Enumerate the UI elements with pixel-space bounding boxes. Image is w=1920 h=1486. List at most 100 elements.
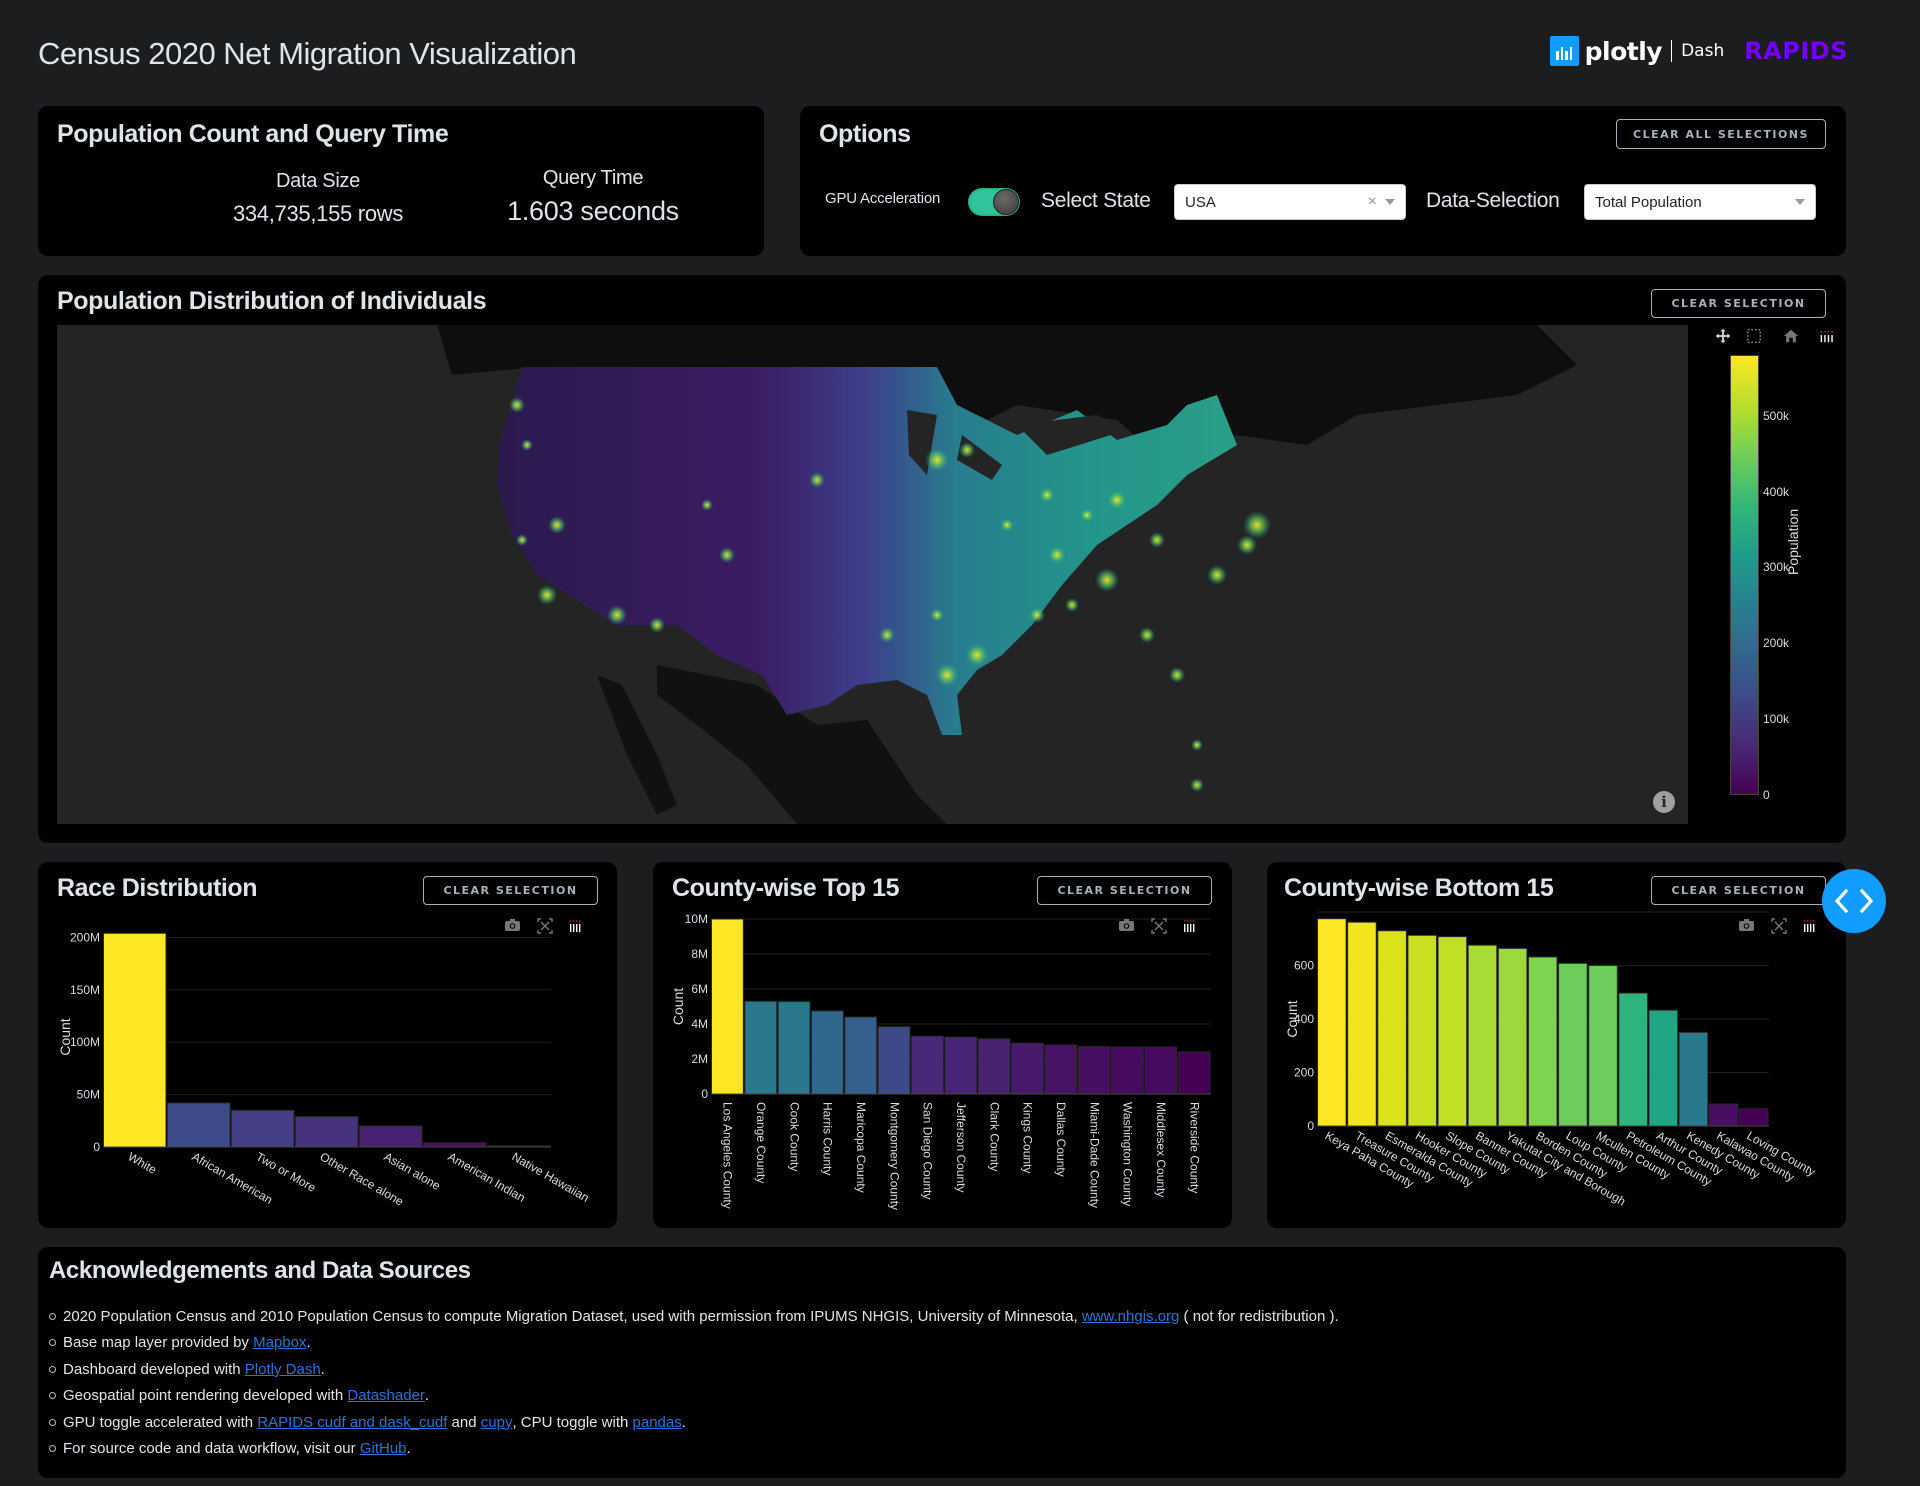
bar[interactable] [844,1016,878,1095]
camera-icon[interactable] [505,919,520,931]
plotly-dash-logo: plotly Dash [1549,36,1724,66]
acknowledgement-text: . [406,1440,411,1458]
bar[interactable] [1558,962,1588,1127]
acknowledgement-text: Geospatial point rendering developed wit… [63,1387,348,1405]
bar[interactable] [103,932,167,1148]
clear-state-icon[interactable]: × [1368,193,1377,211]
population-hotspot [1149,532,1165,548]
bar[interactable] [1407,934,1438,1127]
options-panel: Options CLEAR ALL SELECTIONS GPU Acceler… [800,106,1846,256]
autoscale-icon[interactable] [537,918,553,934]
bar[interactable] [1077,1046,1111,1095]
acknowledgement-text: . [320,1360,325,1378]
plotly-logo-icon[interactable] [1803,920,1815,932]
bar[interactable] [811,1010,844,1095]
camera-icon[interactable] [1739,919,1754,931]
x-tick-label: Montgomery County [887,1102,901,1210]
bar[interactable] [1011,1042,1044,1095]
x-tick-label: Jefferson County [954,1102,968,1193]
bar[interactable] [1467,944,1498,1127]
acknowledgement-link[interactable]: pandas [633,1414,682,1431]
plotly-logo-icon[interactable] [569,920,581,932]
bar[interactable] [1177,1051,1211,1095]
bar[interactable] [1588,965,1618,1127]
acknowledgement-item: Base map layer provided by Mapbox. [49,1330,1339,1357]
y-tick-label: 600 [1294,959,1314,973]
autoscale-icon[interactable] [1151,918,1167,934]
population-hotspot [959,442,975,458]
x-tick-label: Maricopa County [854,1102,868,1193]
bar[interactable] [1144,1046,1178,1095]
bar[interactable] [1738,1108,1769,1127]
bar[interactable] [1708,1103,1739,1127]
bar[interactable] [1497,947,1528,1127]
acknowledgement-link[interactable]: Plotly Dash [245,1361,321,1378]
x-tick-label: Middlesex County [1154,1102,1168,1197]
bar[interactable] [359,1125,423,1148]
gpu-acceleration-label: GPU Acceleration [825,190,941,207]
bar[interactable] [711,918,744,1095]
rapids-logo: RAPIDS [1744,37,1848,65]
colorbar-tick-label: 200k [1763,636,1790,651]
code-toggle-button[interactable] [1822,869,1886,933]
acknowledgement-link[interactable]: cupy [481,1414,513,1431]
x-tick-label: White [126,1149,160,1177]
bar[interactable] [1111,1046,1144,1095]
camera-icon[interactable] [1119,919,1134,931]
clear-map-selection-button[interactable]: CLEAR SELECTION [1651,289,1826,318]
bar[interactable] [1678,1031,1709,1127]
box-select-icon[interactable] [1745,328,1763,344]
chart-modebar [505,918,581,934]
population-hotspot [965,643,989,667]
bar[interactable] [423,1142,487,1148]
bar[interactable] [1527,956,1558,1127]
bar[interactable] [231,1109,295,1148]
info-icon[interactable]: i [1653,791,1675,813]
home-icon[interactable] [1782,328,1800,344]
bar[interactable] [1347,921,1377,1127]
stats-panel: Population Count and Query Time Data Siz… [38,106,764,256]
acknowledgement-text: 2020 Population Census and 2010 Populati… [63,1307,1082,1325]
county-top15-chart[interactable]: 0 2M 4M 6M 8M 10M Count Los Angeles County Orang… [653,862,1232,1228]
gpu-acceleration-toggle[interactable] [968,188,1020,216]
population-hotspot [649,617,665,633]
acknowledgement-link[interactable]: Mapbox [253,1334,306,1351]
acknowledgement-link[interactable]: RAPIDS cudf and dask_cudf [257,1414,447,1431]
pan-icon[interactable] [1714,328,1732,344]
acknowledgement-link[interactable]: GitHub [360,1440,407,1457]
county-bottom15-chart[interactable]: 0200400600CountKeya Paha CountyTreasure … [1267,862,1846,1228]
data-selection-dropdown[interactable]: Total Population [1584,184,1816,220]
acknowledgement-link[interactable]: www.nhgis.org [1082,1308,1180,1325]
bar[interactable] [911,1035,944,1095]
bar[interactable] [167,1102,231,1148]
bar[interactable] [1648,1009,1679,1127]
bar[interactable] [1377,930,1407,1127]
plotly-logo-icon[interactable] [1817,328,1835,344]
population-hotspot [537,585,557,605]
bar[interactable] [977,1038,1011,1095]
bar[interactable] [944,1036,978,1095]
acknowledgement-item: Geospatial point rendering developed wit… [49,1383,1339,1410]
population-hotspot [1039,487,1055,503]
x-tick-label: Dallas County [1054,1102,1068,1177]
bar[interactable] [1044,1044,1078,1095]
clear-all-selections-button[interactable]: CLEAR ALL SELECTIONS [1616,119,1826,149]
x-tick-label: Miami-Dade County [1087,1102,1101,1208]
autoscale-icon[interactable] [1771,918,1787,934]
query-time-stat: Query Time 1.603 seconds [458,167,728,227]
bar[interactable] [877,1026,911,1095]
select-state-dropdown[interactable]: USA × [1174,184,1406,220]
bar[interactable] [1618,992,1648,1127]
bar[interactable] [744,1000,778,1095]
race-distribution-chart[interactable]: 050M100M150M200MCountWhite African Americ… [38,862,617,1228]
bar[interactable] [777,1001,811,1095]
population-map[interactable] [57,325,1688,824]
plotly-logo-icon[interactable] [1183,920,1195,932]
population-hotspot [809,472,825,488]
bar[interactable] [295,1116,359,1148]
options-panel-title: Options [819,120,911,148]
bar[interactable] [1317,918,1347,1127]
acknowledgement-link[interactable]: Datashader [347,1387,425,1404]
map-canvas[interactable] [57,325,1688,824]
bar[interactable] [1437,936,1468,1127]
